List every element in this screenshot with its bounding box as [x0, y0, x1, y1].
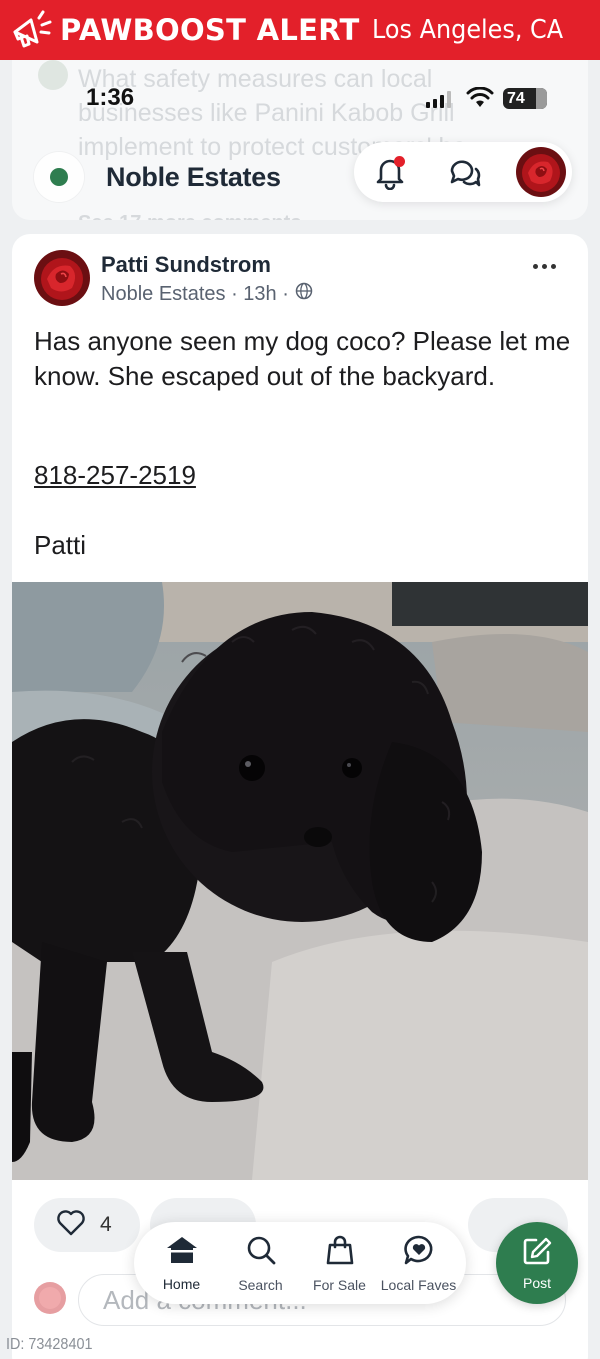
neighborhood-name: Noble Estates [106, 161, 281, 192]
like-count: 4 [100, 1213, 112, 1236]
nav-home-label: Home [162, 1275, 201, 1292]
like-button[interactable]: 4 [34, 1198, 140, 1252]
neighborhood-indicator-icon [34, 152, 84, 202]
header-actions [354, 142, 572, 202]
post-button-label: Post [522, 1274, 551, 1291]
bag-icon [325, 1234, 355, 1271]
nav-search-label: Search [238, 1276, 283, 1293]
post-meta: Noble Estates · 13h · [101, 282, 313, 306]
more-options-icon[interactable] [533, 264, 556, 269]
search-icon [245, 1234, 277, 1271]
heart-icon [56, 1209, 86, 1242]
dog-photo[interactable] [12, 582, 588, 1180]
status-time: 1:36 [86, 84, 135, 111]
nav-local-faves-label: Local Faves [380, 1276, 457, 1293]
wifi-icon [466, 86, 494, 114]
cellular-signal-icon [426, 90, 451, 108]
image-id-watermark: ID: 73428401 [6, 1336, 93, 1353]
nav-for-sale[interactable]: For Sale [301, 1234, 379, 1293]
post-button[interactable]: Post [496, 1222, 578, 1304]
battery-level: 74 [507, 89, 525, 107]
home-icon [165, 1235, 199, 1270]
heart-bubble-icon [403, 1234, 435, 1271]
chat-icon[interactable] [448, 156, 482, 190]
post-meta-text: Noble Estates · 13h · [101, 282, 289, 305]
nav-local-faves[interactable]: Local Faves [380, 1234, 458, 1293]
alert-location: Los Angeles, CA [371, 15, 563, 45]
profile-avatar[interactable] [516, 147, 566, 197]
neighborhood-selector[interactable]: Noble Estates [34, 152, 281, 202]
pawboost-alert-banner: PAWBOOST ALERT Los Angeles, CA [0, 0, 600, 60]
compose-icon [522, 1236, 552, 1271]
lost-dog-post: Patti Sundstrom Noble Estates · 13h · Ha… [12, 234, 588, 1359]
post-body: Has anyone seen my dog coco? Please let … [34, 326, 571, 391]
author-name[interactable]: Patti Sundstrom [101, 252, 271, 278]
app-screen: PAWBOOST ALERT Los Angeles, CA What safe… [0, 0, 600, 1359]
megaphone-icon [8, 7, 54, 53]
see-more-comments[interactable]: See 17 more comments [78, 212, 301, 220]
status-bar: 1:36 74 [0, 78, 600, 122]
bottom-navigation: Home Search For Sale Local Faves [134, 1222, 466, 1304]
author-avatar[interactable] [34, 250, 90, 306]
globe-icon [295, 282, 313, 306]
nav-home[interactable]: Home [143, 1235, 221, 1292]
phone-link[interactable]: 818-257-2519 [34, 460, 196, 491]
nav-for-sale-label: For Sale [313, 1276, 366, 1293]
nav-search[interactable]: Search [222, 1234, 300, 1293]
my-avatar [34, 1282, 66, 1314]
notification-dot [394, 156, 405, 167]
alert-brand: PAWBOOST ALERT [60, 13, 360, 47]
post-signature: Patti [34, 530, 87, 560]
battery-icon: 74 [503, 88, 547, 109]
